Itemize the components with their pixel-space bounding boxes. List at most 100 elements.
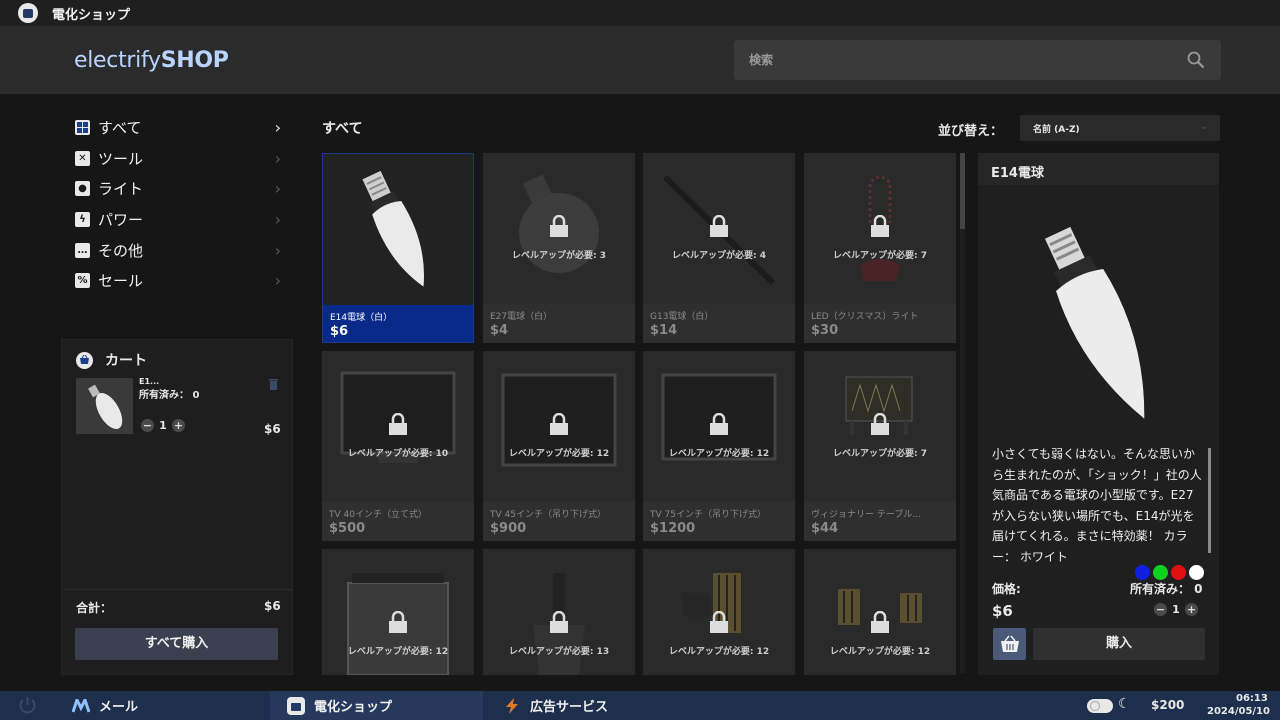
search-box[interactable]	[734, 40, 1221, 80]
add-to-cart-button[interactable]	[993, 628, 1026, 660]
detail-title: E14電球	[991, 166, 1044, 181]
product-price: $14	[650, 323, 678, 338]
cart-item-price: $6	[264, 422, 281, 436]
grid-icon	[75, 119, 90, 135]
chevron-right-icon: ›	[274, 271, 281, 290]
lock-icon	[389, 611, 407, 633]
category-sale[interactable]: % セール ›	[75, 269, 285, 291]
clock-date: 2024/05/10	[1207, 706, 1270, 717]
product-price: $4	[490, 323, 509, 338]
lock-icon	[389, 413, 407, 435]
shop-header: electrifySHOP	[0, 26, 1280, 94]
product-name: TV 75インチ（吊り下げ式）	[650, 510, 766, 520]
price-label: 価格:	[992, 582, 1021, 596]
taskbar-app-mail[interactable]: メール	[60, 691, 270, 720]
scrollbar-thumb[interactable]	[960, 153, 965, 229]
product-info: ヴィジョナリー テーブル... $44	[804, 502, 956, 541]
cart-divider	[62, 589, 292, 590]
grid-scrollbar[interactable]	[960, 153, 965, 673]
product-card[interactable]: レベルアップが必要: 12 TV 75インチ（吊り下げ式） $1200	[643, 351, 795, 541]
dots-icon: …	[75, 242, 90, 258]
color-swatch[interactable]	[1135, 565, 1150, 580]
taskbar-app-shop[interactable]: 電化ショップ	[270, 691, 483, 720]
search-input[interactable]	[734, 40, 1174, 80]
chevron-right-icon: ›	[274, 241, 281, 260]
category-all[interactable]: すべて ›	[75, 116, 285, 138]
sort-select[interactable]: 名前 (A-Z) ⌄	[1020, 115, 1220, 141]
lock-icon	[550, 413, 568, 435]
category-label: パワー	[98, 210, 144, 229]
product-price: $30	[811, 323, 839, 338]
description-scrollbar[interactable]	[1208, 448, 1211, 553]
category-power[interactable]: ϟ パワー ›	[75, 208, 285, 230]
product-price: $500	[329, 521, 366, 536]
power-icon[interactable]	[18, 696, 37, 715]
trash-icon[interactable]	[268, 378, 279, 390]
sort-value: 名前 (A-Z)	[1033, 125, 1080, 135]
category-other[interactable]: … その他 ›	[75, 239, 285, 261]
color-swatch[interactable]	[1189, 565, 1204, 580]
product-card[interactable]: レベルアップが必要: 7 ヴィジョナリー テーブル... $44	[804, 351, 956, 541]
level-required-label: レベルアップが必要: 13	[508, 647, 610, 657]
bulb-icon: ●	[75, 180, 90, 196]
search-icon[interactable]	[1187, 51, 1205, 69]
product-name: G13電球（白）	[650, 312, 714, 322]
product-card[interactable]: レベルアップが必要: 12	[322, 549, 474, 675]
level-required-label: レベルアップが必要: 12	[508, 449, 610, 459]
category-label: すべて	[98, 118, 142, 137]
cart-title: カート	[105, 353, 147, 369]
color-swatch[interactable]	[1153, 565, 1168, 580]
buy-all-button[interactable]: すべて購入	[75, 628, 278, 660]
product-card[interactable]: レベルアップが必要: 10 TV 40インチ（立て式） $500	[322, 351, 474, 541]
product-card[interactable]: レベルアップが必要: 12	[804, 549, 956, 675]
chevron-right-icon: ›	[274, 149, 281, 168]
toggle-knob	[1090, 701, 1100, 711]
lock-icon	[871, 215, 889, 237]
cart-header: カート	[76, 350, 147, 370]
chevron-down-icon: ⌄	[1199, 121, 1208, 132]
taskbar-app-ads[interactable]: 広告サービス	[483, 691, 683, 720]
lock-icon	[550, 611, 568, 633]
bolt-icon: ϟ	[75, 211, 90, 227]
taskbar-app-label: メール	[99, 700, 139, 715]
category-label: その他	[98, 241, 144, 260]
lock-icon	[871, 611, 889, 633]
minus-button[interactable]: −	[1154, 603, 1167, 616]
color-swatch[interactable]	[1171, 565, 1186, 580]
product-name: E14電球（白）	[330, 313, 393, 323]
product-card[interactable]: E14電球（白） $6	[322, 153, 474, 343]
lock-icon	[550, 215, 568, 237]
tools-icon: ✕	[75, 150, 90, 166]
buy-button[interactable]: 購入	[1033, 628, 1205, 660]
product-card[interactable]: レベルアップが必要: 3 E27電球（白） $4	[483, 153, 635, 343]
lock-icon	[871, 413, 889, 435]
clock-time: 06:13	[1236, 693, 1268, 704]
cart-item-thumbnail	[76, 378, 133, 434]
product-name: E27電球（白）	[490, 312, 553, 322]
category-label: セール	[98, 271, 144, 290]
level-required-label: レベルアップが必要: 12	[829, 647, 931, 657]
category-label: ツール	[98, 149, 144, 168]
product-info: LED（クリスマス）ライト $30	[804, 304, 956, 343]
product-card[interactable]: レベルアップが必要: 12 TV 45インチ（吊り下げ式） $900	[483, 351, 635, 541]
lock-icon	[710, 413, 728, 435]
taskbar-app-label: 広告サービス	[530, 700, 609, 715]
chevron-right-icon: ›	[274, 179, 281, 198]
detail-quantity: 1	[1172, 603, 1180, 616]
detail-product-image	[1044, 226, 1145, 419]
category-tools[interactable]: ✕ ツール ›	[75, 147, 285, 169]
theme-toggle[interactable]	[1087, 699, 1113, 713]
product-card[interactable]: レベルアップが必要: 4 G13電球（白） $14	[643, 153, 795, 343]
product-card[interactable]: レベルアップが必要: 13	[483, 549, 635, 675]
product-price: $900	[490, 521, 527, 536]
product-card[interactable]: レベルアップが必要: 7 LED（クリスマス）ライト $30	[804, 153, 956, 343]
product-card[interactable]: レベルアップが必要: 12	[643, 549, 795, 675]
level-required-label: レベルアップが必要: 7	[833, 251, 927, 261]
shop-app-icon	[18, 3, 38, 23]
category-lights[interactable]: ● ライト ›	[75, 177, 285, 199]
minus-button[interactable]: −	[141, 419, 154, 432]
plus-button[interactable]: +	[1185, 603, 1198, 616]
plus-button[interactable]: +	[172, 419, 185, 432]
logo-text-bold: SHOP	[160, 48, 229, 73]
product-info: TV 45インチ（吊り下げ式） $900	[483, 502, 635, 541]
